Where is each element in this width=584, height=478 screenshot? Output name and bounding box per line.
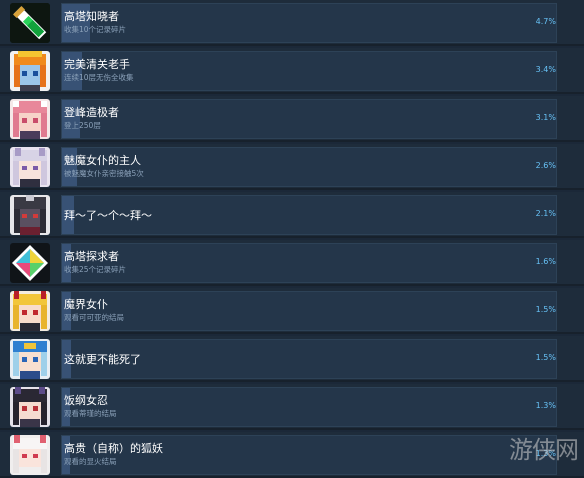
achievement-row[interactable]: 完美清关老手 连续10层无伤全收集 3.4% <box>0 48 584 94</box>
achievement-description: 观看可可亚的结局 <box>64 313 124 322</box>
achievement-percent: 3.4% <box>535 65 556 74</box>
achievement-title: 登峰造极者 <box>64 106 119 119</box>
achievement-row[interactable]: 饭纲女忍 观看蒂瑾的结局 1.3% <box>0 384 584 430</box>
achievement-title: 饭纲女忍 <box>64 394 108 407</box>
achievement-row[interactable]: 高塔知晓者 收集10个记录碎片 4.7% <box>0 0 584 46</box>
orange-hair-girl-icon <box>10 51 50 91</box>
progress-bar <box>61 99 557 139</box>
progress-bar <box>61 291 557 331</box>
achievement-percent: 2.6% <box>535 161 556 170</box>
progress-bar <box>61 51 557 91</box>
achievement-title: 完美清关老手 <box>64 58 130 71</box>
achievement-percent: 3.1% <box>535 113 556 122</box>
achievement-percent: 1.5% <box>535 353 556 362</box>
pink-hair-girl-icon <box>10 99 50 139</box>
achievement-title: 拜～了～个～拜～ <box>64 209 152 222</box>
achievement-row[interactable]: 高塔探求者 收集25个记录碎片 1.6% <box>0 240 584 286</box>
watermark-logo: 游侠网 <box>509 436 579 464</box>
achievement-title: 这就更不能死了 <box>64 353 141 366</box>
black-hair-ninja-icon <box>10 387 50 427</box>
achievement-row[interactable]: 登峰造极者 登上250层 3.1% <box>0 96 584 142</box>
achievement-percent: 1.6% <box>535 257 556 266</box>
achievement-row[interactable]: 魅魔女仆的主人 被魅魔女仆亲密接触5次 2.6% <box>0 144 584 190</box>
achievement-description: 收集25个记录碎片 <box>64 265 127 274</box>
progress-bar <box>61 3 557 43</box>
achievement-description: 连续10层无伤全收集 <box>64 73 134 82</box>
white-fox-girl-icon <box>10 435 50 475</box>
achievement-row[interactable]: 这就更不能死了 1.5% <box>0 336 584 382</box>
achievement-title: 魅魔女仆的主人 <box>64 154 141 167</box>
achievement-description: 登上250层 <box>64 121 101 130</box>
blonde-demon-girl-icon <box>10 291 50 331</box>
achievement-title: 高塔探求者 <box>64 250 119 263</box>
blue-cap-girl-icon <box>10 339 50 379</box>
achievement-description: 观看蒂瑾的结局 <box>64 409 117 418</box>
achievement-percent: 1.5% <box>535 305 556 314</box>
progress-bar <box>61 243 557 283</box>
achievement-description: 观看的显火结局 <box>64 457 117 466</box>
achievement-percent: 2.1% <box>535 209 556 218</box>
dark-masked-girl-icon <box>10 195 50 235</box>
achievement-title: 魔界女仆 <box>64 298 108 311</box>
achievement-row[interactable]: 拜～了～个～拜～ 2.1% <box>0 192 584 238</box>
achievement-row[interactable]: 魔界女仆 观看可可亚的结局 1.5% <box>0 288 584 334</box>
green-potion-icon <box>10 3 50 43</box>
progress-bar <box>61 387 557 427</box>
achievement-title: 高贵（自称）的狐妖 <box>64 442 163 455</box>
rainbow-crystal-icon <box>10 243 50 283</box>
achievement-percent: 1.3% <box>535 401 556 410</box>
achievement-percent: 4.7% <box>535 17 556 26</box>
achievement-title: 高塔知晓者 <box>64 10 119 23</box>
achievement-row[interactable]: 高贵（自称）的狐妖 观看的显火结局 1.3% <box>0 432 584 478</box>
achievement-description: 被魅魔女仆亲密接触5次 <box>64 169 144 178</box>
white-hair-maid-icon <box>10 147 50 187</box>
achievement-description: 收集10个记录碎片 <box>64 25 127 34</box>
